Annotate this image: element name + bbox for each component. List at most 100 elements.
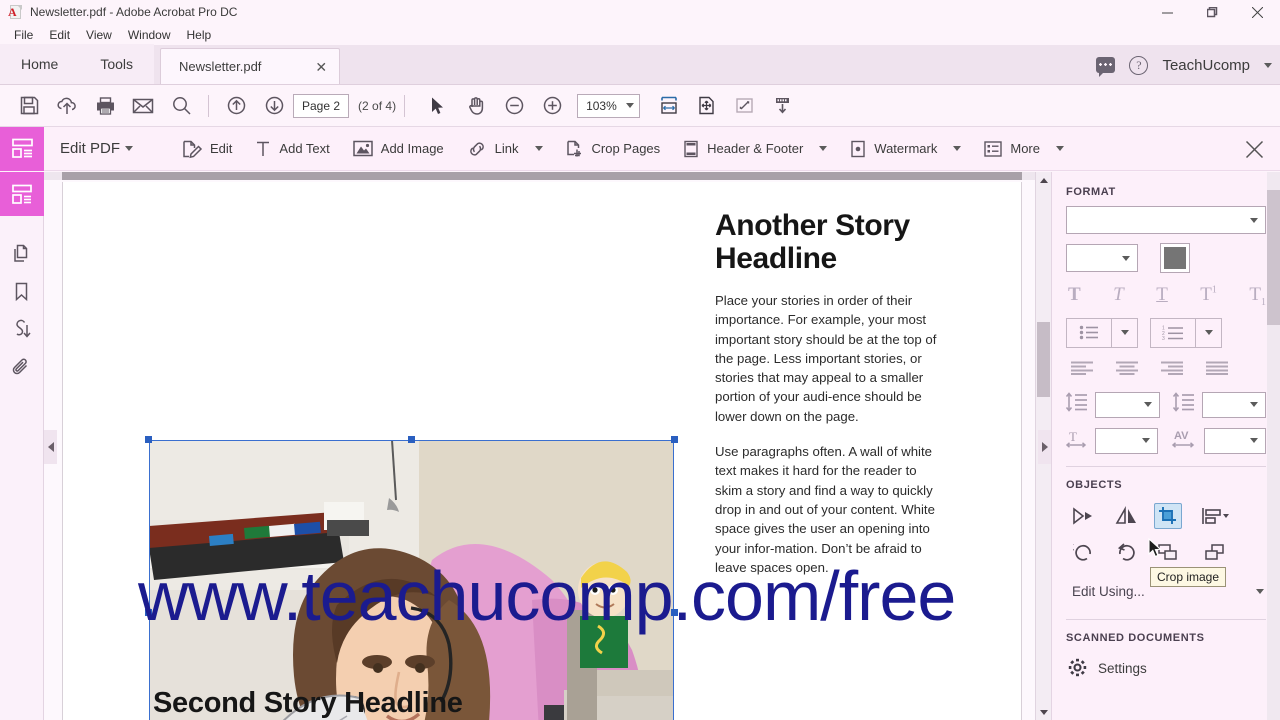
minimize-button[interactable] [1145,0,1190,24]
ribbon-add-image-button[interactable]: Add Image [344,133,452,164]
horizontal-scrollbar[interactable] [44,172,1035,180]
numbered-list-dropdown[interactable] [1195,318,1221,347]
sidebar-item-pages[interactable] [7,238,37,268]
menu-file[interactable]: File [6,26,41,44]
save-icon[interactable] [10,88,48,124]
scroll-down-icon[interactable] [1036,704,1051,720]
ribbon-watermark-button[interactable]: Watermark [841,133,969,165]
ribbon-add-text-button[interactable]: Add Text [246,133,337,165]
svg-text:AV: AV [1174,430,1189,442]
align-left-icon[interactable] [1071,361,1093,380]
sidebar-item-page-thumbnails[interactable] [0,172,44,216]
pdf-page[interactable]: Rud Media Caption [62,182,1022,720]
resize-handle-ne[interactable] [671,436,678,443]
scanned-settings-row[interactable]: Settings [1052,652,1280,680]
zoom-level-select[interactable]: 103% [577,93,640,118]
horizontal-scrollbar-thumb[interactable] [62,172,1022,180]
bold-T-icon[interactable]: T [1068,284,1081,308]
story-column[interactable]: Another Story Headline Place your storie… [715,209,947,577]
tab-tools[interactable]: Tools [79,44,155,84]
horizontal-scale-select[interactable] [1095,427,1158,454]
align-objects-icon[interactable] [1196,503,1234,529]
align-right-icon[interactable] [1161,361,1183,380]
numbered-list-group[interactable]: 123 [1150,317,1222,348]
selected-image-object[interactable]: Rud Media Caption [145,436,678,720]
collapse-left-panel-button[interactable] [44,430,57,464]
format-panel-scrollbar-thumb[interactable] [1267,190,1280,325]
full-screen-icon[interactable] [726,88,764,124]
line-spacing-select[interactable] [1095,391,1160,418]
menu-view[interactable]: View [78,26,120,44]
text-color-swatch[interactable] [1160,243,1190,273]
font-family-select[interactable] [1066,206,1266,234]
font-size-select[interactable] [1066,244,1138,272]
ribbon-link-button[interactable]: Link [458,133,551,165]
italic-T-icon[interactable]: T [1113,284,1124,308]
resize-handle-e[interactable] [671,609,678,616]
collapse-right-panel-button[interactable] [1038,430,1051,464]
previous-page-icon[interactable] [217,88,255,124]
rotate-clockwise-icon[interactable] [1112,539,1140,565]
close-ribbon-icon[interactable] [1245,140,1264,163]
align-justify-icon[interactable] [1206,361,1228,380]
subscript-T-icon[interactable]: T1 [1249,284,1266,308]
page-number-input[interactable]: Page 2 [293,93,350,118]
rotate-counterclockwise-icon[interactable] [1070,539,1098,565]
restore-button[interactable] [1190,0,1235,24]
menu-window[interactable]: Window [120,26,179,44]
gear-icon[interactable] [1068,658,1087,680]
superscript-T-icon[interactable]: T1 [1200,284,1217,308]
arrange-send-back-icon[interactable] [1196,539,1234,565]
flip-vertical-icon[interactable] [1112,503,1140,529]
zoom-in-icon[interactable] [533,88,571,124]
email-icon[interactable] [124,88,162,124]
account-name[interactable]: TeachUcomp [1162,57,1250,74]
bulleted-list-group[interactable] [1066,317,1138,348]
close-button[interactable] [1235,0,1280,24]
character-spacing-select[interactable] [1203,427,1266,454]
crop-image-icon[interactable] [1154,502,1182,529]
comment-icon[interactable] [1096,57,1116,77]
scroll-up-icon[interactable] [1036,172,1051,188]
underline-T-icon[interactable]: T [1156,284,1168,308]
ribbon-header-footer-button[interactable]: Header & Footer [674,133,835,165]
edit-pdf-panel-icon[interactable] [0,126,44,171]
next-page-icon[interactable] [255,88,293,124]
sidebar-item-bookmarks[interactable] [7,276,37,306]
search-icon[interactable] [162,88,200,124]
flip-horizontal-icon[interactable] [1070,503,1098,529]
paragraph-spacing-select[interactable] [1201,391,1266,418]
bulleted-list-icon[interactable] [1067,319,1111,347]
scroll-mode-icon[interactable] [764,88,802,124]
ribbon-edit-button[interactable]: Edit [173,133,240,165]
print-icon[interactable] [86,88,124,124]
resize-handle-nw[interactable] [145,436,152,443]
numbered-list-icon[interactable]: 123 [1151,319,1195,347]
chevron-down-icon[interactable] [1264,62,1272,68]
menu-help[interactable]: Help [179,26,220,44]
cloud-upload-icon[interactable] [48,88,86,124]
ribbon-more-button[interactable]: More [975,134,1072,164]
fit-width-icon[interactable] [650,88,688,124]
resize-handle-n[interactable] [408,436,415,443]
hand-tool-icon[interactable] [457,88,495,124]
menu-edit[interactable]: Edit [41,26,78,44]
newsletter-photo[interactable]: Rud [149,440,674,720]
sidebar-item-attachments[interactable] [7,352,37,382]
help-icon[interactable]: ? [1129,55,1149,75]
zoom-out-icon[interactable] [495,88,533,124]
resize-handle-w[interactable] [145,609,152,616]
vertical-scrollbar-thumb[interactable] [1037,322,1050,397]
align-center-icon[interactable] [1116,361,1138,380]
story-paragraph-1: Place your stories in order of their imp… [715,293,937,424]
edit-pdf-title[interactable]: Edit PDF [60,140,134,157]
tab-document[interactable]: Newsletter.pdf ✕ [160,48,341,84]
format-panel-scrollbar[interactable] [1267,172,1280,720]
tab-home[interactable]: Home [0,44,80,84]
fit-page-icon[interactable] [688,88,726,124]
bulleted-list-dropdown[interactable] [1111,318,1137,347]
close-icon[interactable]: ✕ [315,60,327,74]
sidebar-item-signature[interactable] [7,314,37,344]
select-tool-icon[interactable] [419,88,457,124]
ribbon-crop-pages-button[interactable]: Crop Pages [557,133,669,165]
